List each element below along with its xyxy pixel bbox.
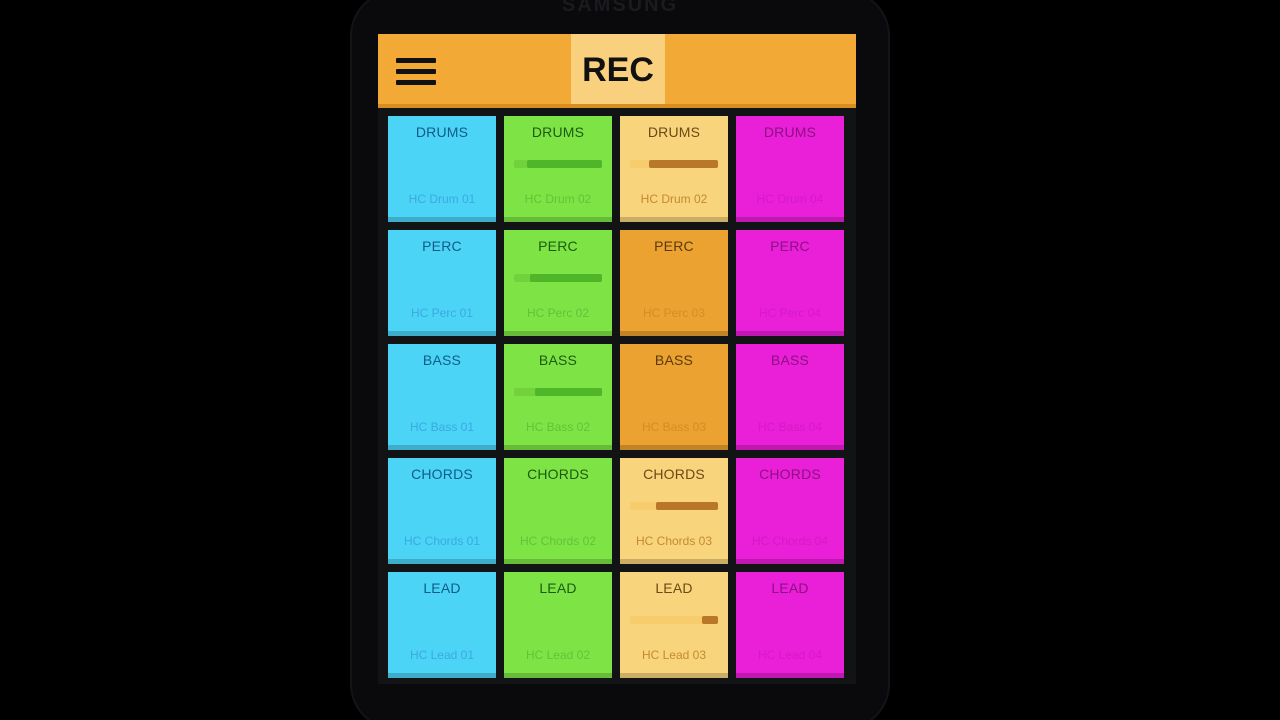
pad-title: BASS xyxy=(538,352,578,368)
app-screen: REC DRUMS HC Drum 01 DRUMS HC Drum 02 DRUMS H… xyxy=(378,34,856,684)
pad-sample-name: HC Perc 03 xyxy=(642,306,706,320)
pad-level-fill xyxy=(535,388,602,396)
pad-sample-name: HC Chords 02 xyxy=(519,534,597,548)
pad-drums-2[interactable]: DRUMS HC Drum 02 xyxy=(504,116,612,222)
top-toolbar: REC xyxy=(378,34,856,108)
pad-lead-1[interactable]: LEAD HC Lead 01 xyxy=(388,572,496,678)
pad-bass-4[interactable]: BASS HC Bass 04 xyxy=(736,344,844,450)
pad-title: LEAD xyxy=(771,580,809,596)
pad-level-meter xyxy=(514,388,602,396)
pad-sample-name: HC Drum 04 xyxy=(756,192,824,206)
pad-lead-2[interactable]: LEAD HC Lead 02 xyxy=(504,572,612,678)
pad-title: BASS xyxy=(422,352,462,368)
pad-title: PERC xyxy=(654,238,694,254)
pad-chords-4[interactable]: CHORDS HC Chords 04 xyxy=(736,458,844,564)
device-brand: SAMSUNG xyxy=(561,0,679,16)
pad-title: CHORDS xyxy=(759,466,821,482)
pad-sample-name: HC Lead 04 xyxy=(757,648,823,662)
pad-sample-name: HC Bass 02 xyxy=(525,420,591,434)
pad-sample-name: HC Lead 01 xyxy=(409,648,475,662)
pad-level-fill xyxy=(702,616,718,624)
pad-sample-name: HC Bass 01 xyxy=(409,420,475,434)
pad-perc-1[interactable]: PERC HC Perc 01 xyxy=(388,230,496,336)
pad-lead-3[interactable]: LEAD HC Lead 03 xyxy=(620,572,728,678)
pad-sample-name: HC Lead 03 xyxy=(641,648,707,662)
pad-chords-1[interactable]: CHORDS HC Chords 01 xyxy=(388,458,496,564)
pad-sample-name: HC Chords 04 xyxy=(751,534,829,548)
pad-level-meter xyxy=(630,502,718,510)
pad-title: LEAD xyxy=(423,580,461,596)
pad-level-meter xyxy=(630,160,718,168)
pad-level-fill xyxy=(527,160,602,168)
pad-sample-name: HC Bass 04 xyxy=(757,420,823,434)
pad-bass-3[interactable]: BASS HC Bass 03 xyxy=(620,344,728,450)
pad-drums-4[interactable]: DRUMS HC Drum 04 xyxy=(736,116,844,222)
pad-title: DRUMS xyxy=(531,124,585,140)
pad-title: CHORDS xyxy=(527,466,589,482)
pad-title: CHORDS xyxy=(411,466,473,482)
pad-bass-2[interactable]: BASS HC Bass 02 xyxy=(504,344,612,450)
pad-sample-name: HC Drum 02 xyxy=(524,192,592,206)
pad-chords-3[interactable]: CHORDS HC Chords 03 xyxy=(620,458,728,564)
pad-level-fill xyxy=(656,502,718,510)
pad-sample-name: HC Perc 02 xyxy=(526,306,590,320)
pad-sample-name: HC Perc 04 xyxy=(758,306,822,320)
pad-title: DRUMS xyxy=(763,124,817,140)
pad-perc-4[interactable]: PERC HC Perc 04 xyxy=(736,230,844,336)
pad-level-meter xyxy=(630,616,718,624)
pad-sample-name: HC Bass 03 xyxy=(641,420,707,434)
pad-title: CHORDS xyxy=(643,466,705,482)
pad-perc-2[interactable]: PERC HC Perc 02 xyxy=(504,230,612,336)
pad-level-fill xyxy=(530,274,602,282)
pad-sample-name: HC Chords 03 xyxy=(635,534,713,548)
pad-chords-2[interactable]: CHORDS HC Chords 02 xyxy=(504,458,612,564)
pad-lead-4[interactable]: LEAD HC Lead 04 xyxy=(736,572,844,678)
pad-title: LEAD xyxy=(539,580,577,596)
pad-title: BASS xyxy=(770,352,810,368)
pad-title: PERC xyxy=(422,238,462,254)
pad-drums-3[interactable]: DRUMS HC Drum 02 xyxy=(620,116,728,222)
pad-title: LEAD xyxy=(655,580,693,596)
pad-title: DRUMS xyxy=(415,124,469,140)
pad-sample-name: HC Lead 02 xyxy=(525,648,591,662)
pad-level-meter xyxy=(514,274,602,282)
pad-grid: DRUMS HC Drum 01 DRUMS HC Drum 02 DRUMS HC Dr… xyxy=(388,116,848,678)
pad-title: PERC xyxy=(538,238,578,254)
pad-sample-name: HC Perc 01 xyxy=(410,306,474,320)
pad-sample-name: HC Drum 01 xyxy=(408,192,476,206)
video-frame: SAMSUNG REC DRUMS HC Drum 01 DRUMS HC Drum … xyxy=(0,0,1280,720)
pad-level-meter xyxy=(514,160,602,168)
pad-title: DRUMS xyxy=(647,124,701,140)
pad-sample-name: HC Drum 02 xyxy=(640,192,708,206)
pad-level-fill xyxy=(649,160,718,168)
pad-bass-1[interactable]: BASS HC Bass 01 xyxy=(388,344,496,450)
pad-drums-1[interactable]: DRUMS HC Drum 01 xyxy=(388,116,496,222)
pad-sample-name: HC Chords 01 xyxy=(403,534,481,548)
hamburger-menu-icon[interactable] xyxy=(394,54,438,88)
rec-button[interactable]: REC xyxy=(571,34,665,104)
pad-perc-3[interactable]: PERC HC Perc 03 xyxy=(620,230,728,336)
pad-title: BASS xyxy=(654,352,694,368)
pad-title: PERC xyxy=(770,238,810,254)
